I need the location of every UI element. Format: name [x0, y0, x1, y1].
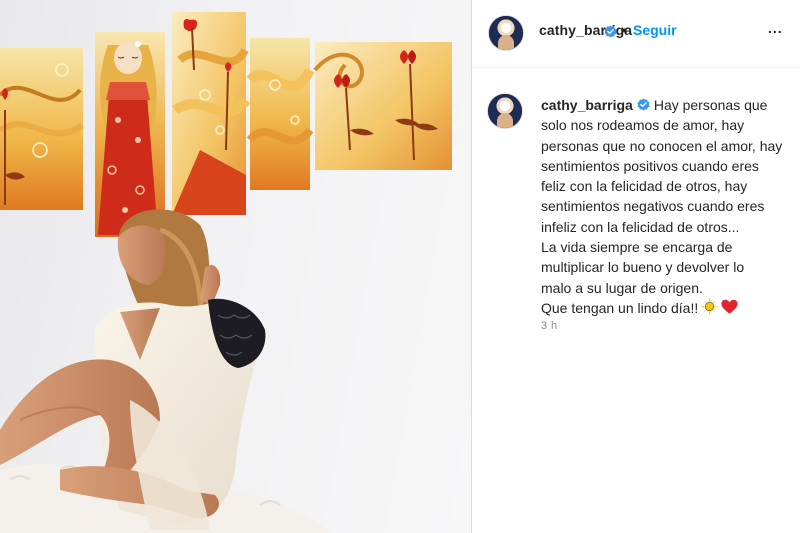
author-avatar[interactable] [488, 15, 524, 51]
caption-line-7: infeliz con la felicidad de otros... [541, 218, 740, 235]
follow-button[interactable]: Seguir [633, 22, 677, 38]
caption-line-5: feliz con la felicidad de otros, hay [541, 178, 748, 195]
post-photo[interactable] [0, 0, 471, 533]
painting-panel-2 [95, 32, 165, 237]
separator-dot: • [622, 22, 627, 38]
caption-line-9: multiplicar lo bueno y devolver lo [541, 259, 745, 276]
post-header: cathy_barriga • Seguir ... [472, 0, 800, 68]
painting-panel-5 [313, 42, 452, 170]
caption-line-2: solo nos rodeamos de amor, hay [541, 117, 745, 134]
painting-panel-4 [246, 38, 315, 190]
caption-author-avatar[interactable] [487, 93, 523, 129]
caption-line-1: cathy_barriga Hay personas que [541, 97, 768, 113]
caption-line-11: Que tengan un lindo día!! [541, 297, 795, 318]
more-options-icon[interactable]: ... [768, 20, 783, 36]
caption-line-8: La vida siempre se encarga de [541, 239, 733, 256]
photo-illustration [0, 12, 452, 533]
verified-badge-icon [604, 25, 617, 38]
post-side-panel: cathy_barriga • Seguir ... cathy_barriga… [472, 0, 800, 533]
post-caption: cathy_barriga Hay personas que solo nos r… [541, 95, 795, 318]
painting-panel-1 [0, 48, 84, 210]
sun-emoji-icon [701, 297, 719, 315]
caption-line-6: sentimientos negativos cuando eres [541, 198, 765, 215]
caption-verified-badge-icon [637, 98, 650, 111]
caption-line-3: personas que no conocen el amor, hay [541, 137, 783, 154]
caption-line-4: sentimientos positivos cuando eres [541, 157, 759, 174]
caption-username[interactable]: cathy_barriga [541, 97, 633, 113]
caption-line-10: malo a su lugar de origen. [541, 279, 703, 296]
red-heart-emoji-icon [721, 299, 738, 314]
author-username[interactable]: cathy_barriga [539, 22, 632, 38]
post-timestamp[interactable]: 3 h [541, 320, 558, 332]
painting-panel-3 [172, 12, 251, 215]
